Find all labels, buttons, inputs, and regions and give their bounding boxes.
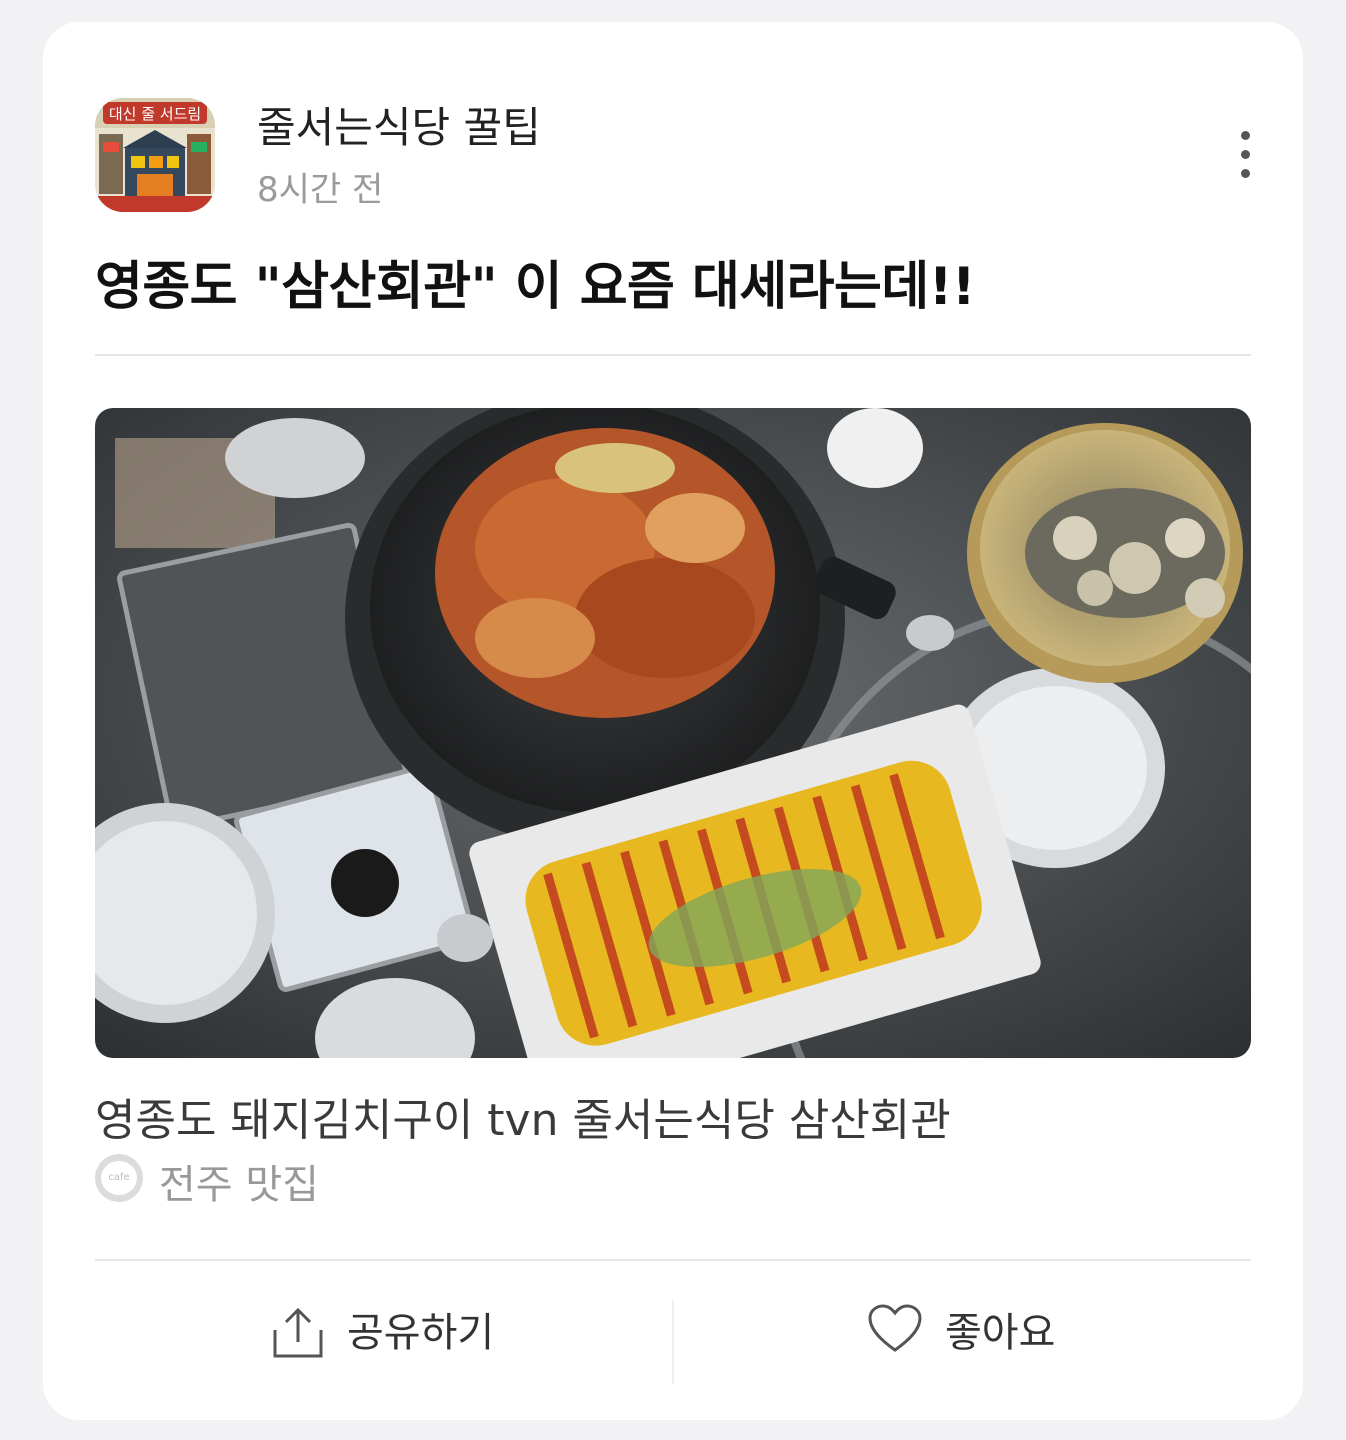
source-name: 전주 맛집 [159, 1162, 319, 1208]
share-button[interactable]: 공유하기 [271, 1290, 511, 1374]
article-title[interactable]: 영종도 돼지김치구이 tvn 줄서는식당 삼산회관 [95, 1084, 951, 1148]
divider [95, 354, 1251, 356]
post-card: 대신 줄 서드림 줄서는식당 꿀팁 8시간 전 영종도 "삼산회관" 이 요즘 … [43, 22, 1303, 1420]
heart-icon [868, 1304, 922, 1352]
svg-text:대신 줄 서드림: 대신 줄 서드림 [109, 105, 201, 123]
cafe-icon-label: cafe [101, 1161, 137, 1195]
share-icon [273, 1307, 323, 1358]
more-dot [1240, 169, 1250, 178]
divider [95, 1259, 1251, 1261]
channel-avatar[interactable]: 대신 줄 서드림 [95, 98, 215, 212]
more-dot [1240, 131, 1250, 140]
like-button[interactable]: 좋아요 [867, 1290, 1067, 1374]
more-options-icon[interactable] [1228, 126, 1262, 186]
like-label: 좋아요 [945, 1310, 1056, 1356]
article-thumbnail[interactable] [95, 408, 1251, 1058]
cafe-icon: cafe [95, 1154, 143, 1202]
channel-name[interactable]: 줄서는식당 꿀팁 [257, 94, 541, 155]
share-label: 공유하기 [347, 1310, 495, 1356]
post-time: 8시간 전 [257, 170, 384, 210]
action-divider [672, 1300, 674, 1384]
more-dot [1240, 150, 1250, 159]
post-headline[interactable]: 영종도 "삼산회관" 이 요즘 대세라는데!! [95, 244, 976, 319]
